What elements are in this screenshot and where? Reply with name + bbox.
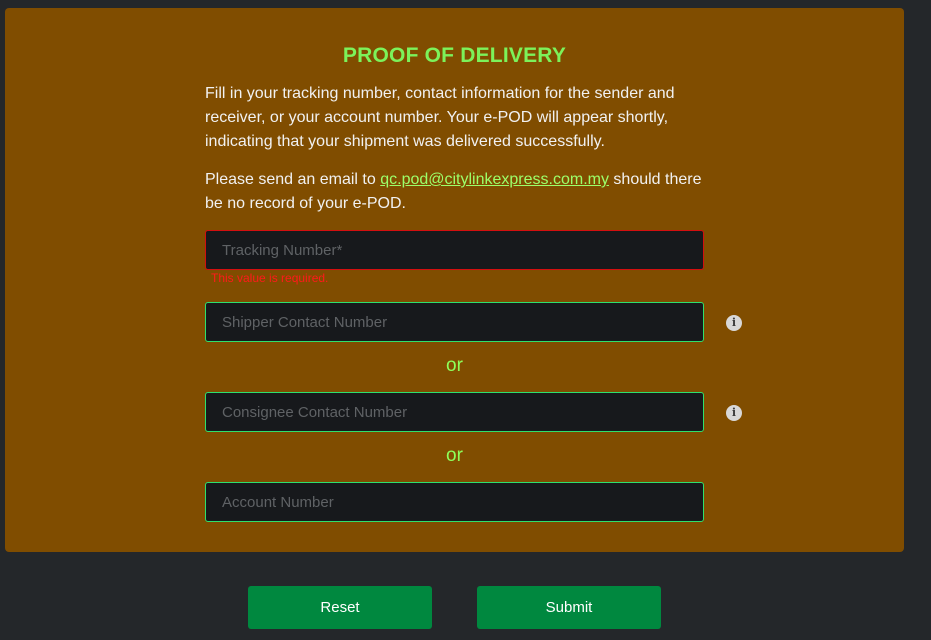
or-separator: or	[446, 355, 463, 376]
intro-text: Fill in your tracking number, contact in…	[205, 85, 675, 150]
support-email-link[interactable]: qc.pod@citylinkexpress.com.my	[380, 171, 609, 188]
or-separator: or	[446, 445, 463, 466]
page-title: PROOF OF DELIVERY	[342, 44, 567, 67]
tracking-error-message: This value is required.	[211, 271, 329, 285]
consignee-contact-input[interactable]	[205, 392, 704, 432]
submit-button[interactable]: Submit	[477, 586, 661, 629]
pod-form-panel: PROOF OF DELIVERY Fill in your tracking …	[5, 8, 904, 552]
email-note-prefix: Please send an email to	[205, 171, 381, 188]
info-icon[interactable]: i	[726, 405, 742, 421]
info-icon[interactable]: i	[726, 315, 742, 331]
tracking-number-input[interactable]	[205, 230, 704, 270]
account-number-input[interactable]	[205, 482, 704, 522]
reset-button[interactable]: Reset	[248, 586, 432, 629]
shipper-contact-input[interactable]	[205, 302, 704, 342]
email-note: Please send an email to qc.pod@citylinke…	[205, 168, 710, 216]
